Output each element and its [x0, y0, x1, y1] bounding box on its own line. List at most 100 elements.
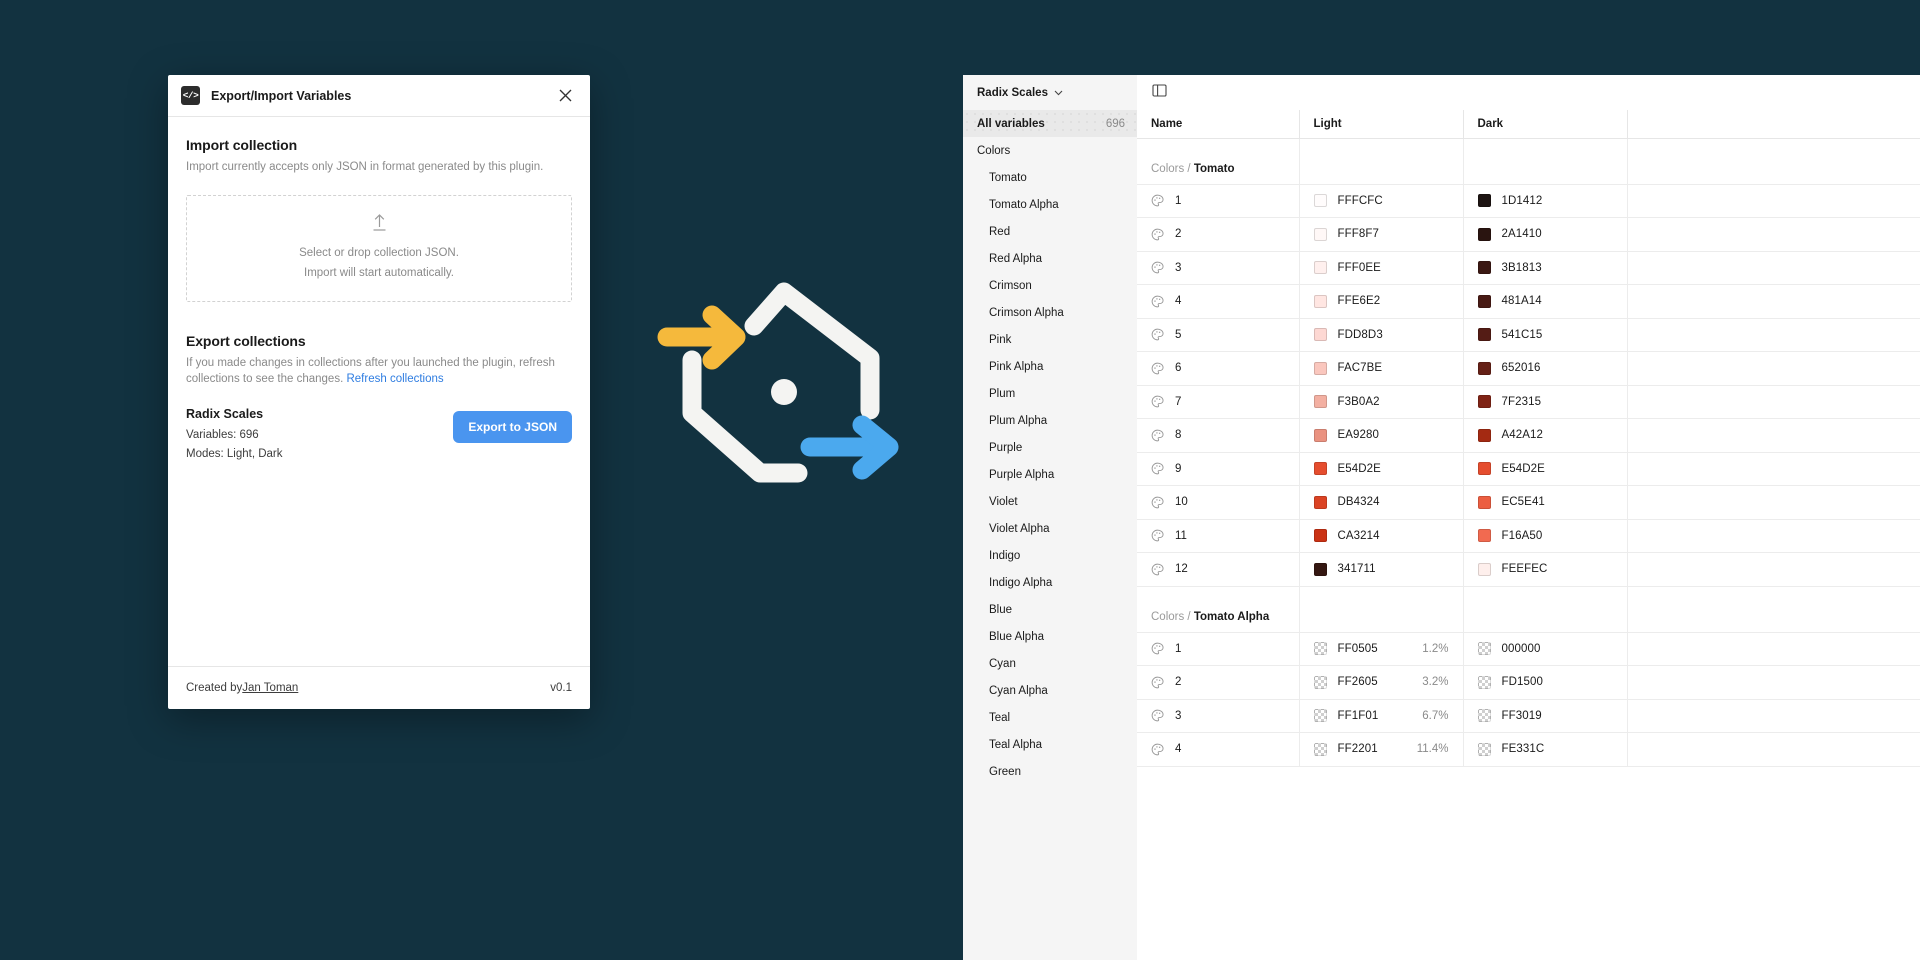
table-row[interactable]: 2 FF2605 3.2% FD1500 [1137, 665, 1920, 700]
variable-value-dark[interactable]: E54D2E [1463, 452, 1628, 486]
sidebar-item-pink[interactable]: Pink [963, 326, 1137, 353]
variable-value-dark[interactable]: 481A14 [1463, 284, 1628, 319]
sidebar-item-purple-alpha[interactable]: Purple Alpha [963, 461, 1137, 488]
variable-value-dark[interactable]: 3B1813 [1463, 251, 1628, 285]
table-row[interactable]: 9 E54D2E E54D2E [1137, 452, 1920, 486]
variable-name-cell[interactable]: 9 [1137, 452, 1300, 486]
color-swatch [1313, 495, 1327, 509]
sidebar-item-indigo[interactable]: Indigo [963, 542, 1137, 569]
variable-value-dark[interactable]: 7F2315 [1463, 385, 1628, 419]
table-row[interactable]: 8 EA9280 A42A12 [1137, 418, 1920, 453]
sidebar-item-green[interactable]: Green [963, 758, 1137, 785]
column-header-light[interactable]: Light [1299, 110, 1464, 139]
variable-value-dark[interactable]: 1D1412 [1463, 184, 1628, 218]
table-row[interactable]: 1 FFFCFC 1D1412 [1137, 184, 1920, 218]
variable-value-dark[interactable]: F16A50 [1463, 519, 1628, 553]
sidebar-item-violet[interactable]: Violet [963, 488, 1137, 515]
variable-name-cell[interactable]: 3 [1137, 699, 1300, 733]
variable-value-light[interactable]: DB4324 [1299, 485, 1464, 520]
sidebar-item-red[interactable]: Red [963, 218, 1137, 245]
variable-value-dark[interactable]: FF3019 [1463, 699, 1628, 733]
variable-value-light[interactable]: FFF8F7 [1299, 217, 1464, 252]
sidebar-item-red-alpha[interactable]: Red Alpha [963, 245, 1137, 272]
variable-value-dark[interactable]: FE331C [1463, 732, 1628, 767]
variable-name-cell[interactable]: 8 [1137, 418, 1300, 453]
column-header-dark[interactable]: Dark [1463, 110, 1628, 139]
close-icon[interactable] [554, 85, 576, 107]
refresh-collections-link[interactable]: Refresh collections [346, 373, 443, 385]
variable-name-cell[interactable]: 3 [1137, 251, 1300, 285]
import-dropzone[interactable]: Select or drop collection JSON. Import w… [186, 194, 572, 302]
table-row[interactable]: 3 FFF0EE 3B1813 [1137, 251, 1920, 285]
author-link[interactable]: Jan Toman [242, 682, 298, 694]
variable-name-cell[interactable]: 7 [1137, 385, 1300, 419]
variable-value-light[interactable]: FFF0EE [1299, 251, 1464, 285]
sidebar-item-indigo-alpha[interactable]: Indigo Alpha [963, 569, 1137, 596]
variable-value-light[interactable]: FFE6E2 [1299, 284, 1464, 319]
sidebar-item-plum[interactable]: Plum [963, 380, 1137, 407]
variable-value-dark[interactable]: 2A1410 [1463, 217, 1628, 252]
variable-name-cell[interactable]: 5 [1137, 318, 1300, 352]
variable-name-cell[interactable]: 2 [1137, 217, 1300, 252]
variable-value-light[interactable]: 341711 [1299, 552, 1464, 587]
variable-value-light[interactable]: FF1F01 6.7% [1299, 699, 1464, 733]
table-row[interactable]: 2 FFF8F7 2A1410 [1137, 217, 1920, 252]
variable-value-dark[interactable]: 652016 [1463, 351, 1628, 386]
sidebar-item-violet-alpha[interactable]: Violet Alpha [963, 515, 1137, 542]
sidebar-item-teal-alpha[interactable]: Teal Alpha [963, 731, 1137, 758]
variable-name-cell[interactable]: 6 [1137, 351, 1300, 386]
variable-name-cell[interactable]: 1 [1137, 184, 1300, 218]
row-spacer-cell [1627, 217, 1920, 252]
table-row[interactable]: 6 FAC7BE 652016 [1137, 351, 1920, 386]
variable-name-cell[interactable]: 10 [1137, 485, 1300, 520]
sidebar-item-tomato[interactable]: Tomato [963, 164, 1137, 191]
table-row[interactable]: 12 341711 FEEFEC [1137, 552, 1920, 587]
variable-value-light[interactable]: F3B0A2 [1299, 385, 1464, 419]
table-row[interactable]: 5 FDD8D3 541C15 [1137, 318, 1920, 352]
sidebar-item-crimson[interactable]: Crimson [963, 272, 1137, 299]
sidebar-item-all-variables[interactable]: All variables 696 [963, 110, 1137, 137]
variable-value-dark[interactable]: A42A12 [1463, 418, 1628, 453]
variable-name-cell[interactable]: 11 [1137, 519, 1300, 553]
table-row[interactable]: 4 FF2201 11.4% FE331C [1137, 732, 1920, 767]
variable-value-light[interactable]: CA3214 [1299, 519, 1464, 553]
sidebar-item-cyan-alpha[interactable]: Cyan Alpha [963, 677, 1137, 704]
sidebar-item-pink-alpha[interactable]: Pink Alpha [963, 353, 1137, 380]
sidebar-item-cyan[interactable]: Cyan [963, 650, 1137, 677]
variable-value-dark[interactable]: FD1500 [1463, 665, 1628, 700]
toggle-sidebar-icon[interactable] [1152, 83, 1167, 103]
export-to-json-button[interactable]: Export to JSON [453, 411, 572, 444]
variable-value-light[interactable]: E54D2E [1299, 452, 1464, 486]
sidebar-item-blue-alpha[interactable]: Blue Alpha [963, 623, 1137, 650]
variable-value-light[interactable]: FDD8D3 [1299, 318, 1464, 352]
variable-name-cell[interactable]: 1 [1137, 632, 1300, 666]
variable-value-light[interactable]: FFFCFC [1299, 184, 1464, 218]
variable-value-light[interactable]: FF0505 1.2% [1299, 632, 1464, 666]
variable-name-cell[interactable]: 4 [1137, 284, 1300, 319]
variable-value-dark[interactable]: FEEFEC [1463, 552, 1628, 587]
variable-value-dark[interactable]: 000000 [1463, 632, 1628, 666]
sidebar-item-teal[interactable]: Teal [963, 704, 1137, 731]
variable-name-cell[interactable]: 2 [1137, 665, 1300, 700]
sidebar-item-blue[interactable]: Blue [963, 596, 1137, 623]
variable-value-dark[interactable]: EC5E41 [1463, 485, 1628, 520]
sidebar-item-plum-alpha[interactable]: Plum Alpha [963, 407, 1137, 434]
table-row[interactable]: 10 DB4324 EC5E41 [1137, 485, 1920, 520]
sidebar-item-crimson-alpha[interactable]: Crimson Alpha [963, 299, 1137, 326]
sidebar-item-purple[interactable]: Purple [963, 434, 1137, 461]
variable-name-cell[interactable]: 4 [1137, 732, 1300, 767]
sidebar-item-tomato-alpha[interactable]: Tomato Alpha [963, 191, 1137, 218]
variable-value-dark[interactable]: 541C15 [1463, 318, 1628, 352]
column-header-name[interactable]: Name [1137, 110, 1300, 139]
table-row[interactable]: 11 CA3214 F16A50 [1137, 519, 1920, 553]
variable-name-cell[interactable]: 12 [1137, 552, 1300, 587]
variable-value-light[interactable]: EA9280 [1299, 418, 1464, 453]
variable-value-light[interactable]: FF2201 11.4% [1299, 732, 1464, 767]
collection-selector[interactable]: Radix Scales [963, 75, 1137, 110]
table-row[interactable]: 4 FFE6E2 481A14 [1137, 284, 1920, 319]
table-row[interactable]: 7 F3B0A2 7F2315 [1137, 385, 1920, 419]
table-row[interactable]: 1 FF0505 1.2% 000000 [1137, 632, 1920, 666]
variable-value-light[interactable]: FF2605 3.2% [1299, 665, 1464, 700]
table-row[interactable]: 3 FF1F01 6.7% FF3019 [1137, 699, 1920, 733]
variable-value-light[interactable]: FAC7BE [1299, 351, 1464, 386]
